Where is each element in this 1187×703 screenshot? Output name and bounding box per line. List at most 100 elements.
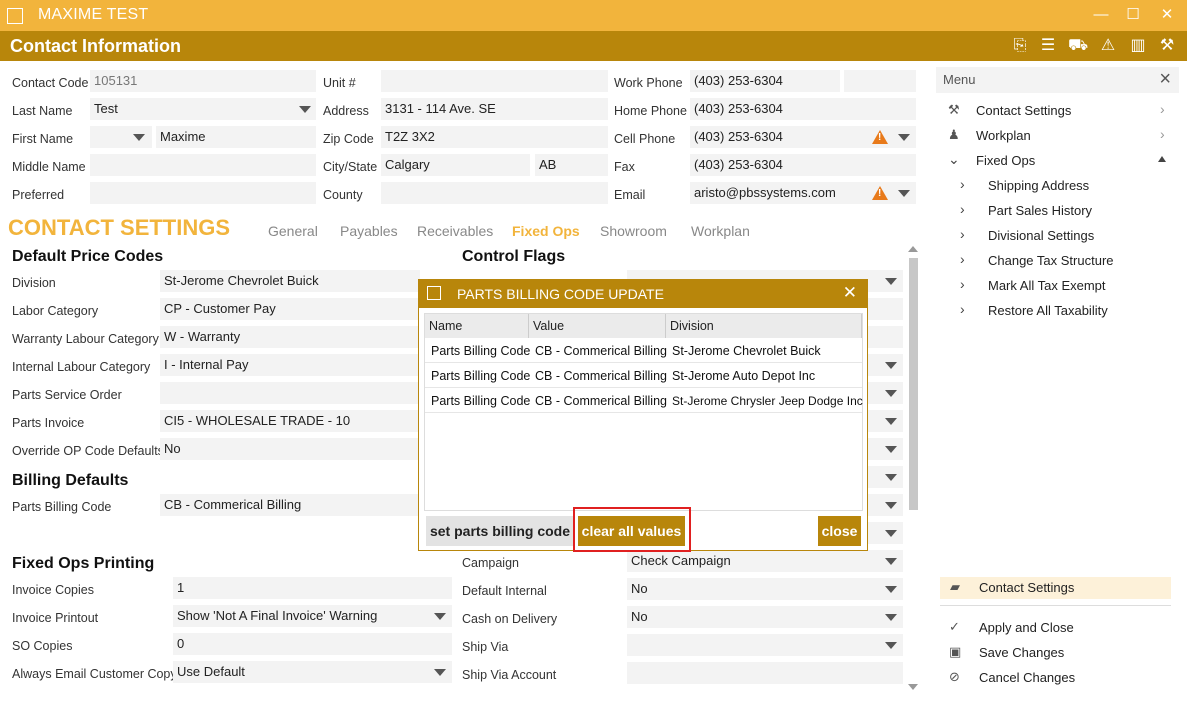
tab-receivables[interactable]: Receivables [417,223,493,239]
unit-label: Unit # [323,76,356,90]
warranty-field[interactable]: W - Warranty [160,326,420,348]
chevron-down-icon[interactable] [133,134,145,141]
chevron-down-icon[interactable] [434,613,446,620]
parts-billing-code-label: Parts Billing Code [12,500,112,514]
scroll-up-icon[interactable] [908,246,918,252]
tab-fixed-ops[interactable]: Fixed Ops [512,223,580,239]
list-icon[interactable]: ☰ [1038,36,1058,56]
unit-field[interactable] [381,70,608,92]
apply-and-close-button[interactable]: Apply and Close [979,620,1074,635]
work-phone-label: Work Phone [614,76,683,90]
ship-via-label: Ship Via [462,640,509,654]
preferred-field[interactable] [90,182,316,204]
contact-code-field: 105131 [90,70,316,92]
county-field[interactable] [381,182,608,204]
collapse-icon[interactable] [1158,156,1166,162]
ship-via-account-field[interactable] [627,662,903,684]
chevron-down-icon[interactable] [885,446,897,453]
chevron-down-icon[interactable] [885,502,897,509]
chevron-down-icon[interactable] [885,642,897,649]
tab-workplan[interactable]: Workplan [691,223,750,239]
default-internal-field[interactable]: No [627,578,903,600]
chevron-down-icon[interactable] [299,106,311,113]
city-field[interactable]: Calgary [381,154,530,176]
state-field[interactable]: AB [535,154,608,176]
table-row[interactable]: Parts Billing Code CB - Commerical Billi… [425,388,863,413]
close-window-button[interactable]: ✕ [1154,5,1180,25]
chevron-down-icon[interactable] [885,530,897,537]
ship-via-field[interactable] [627,634,903,656]
parts-billing-code-field[interactable]: CB - Commerical Billing [160,494,420,516]
chevron-down-icon[interactable] [885,586,897,593]
tools-icon[interactable]: ⚒ [1157,36,1177,56]
middle-name-field[interactable] [90,154,316,176]
chevron-down-icon[interactable] [885,278,897,285]
campaign-field[interactable]: Check Campaign [627,550,903,572]
address-field[interactable]: 3131 - 114 Ave. SE [381,98,608,120]
chevron-down-icon[interactable] [885,614,897,621]
scroll-thumb[interactable] [909,258,918,510]
column-header-name[interactable]: Name [425,314,529,338]
menu-item-change-tax-structure[interactable]: Change Tax Structure [988,253,1114,268]
chevron-down-icon[interactable] [885,558,897,565]
menu-item-contact-settings[interactable]: Contact Settings [976,103,1071,118]
close-dialog-button[interactable]: close [818,516,861,546]
first-name-field[interactable]: Maxime [156,126,316,148]
fax-field[interactable]: (403) 253-6304 [690,154,916,176]
cell-value: CB - Commerical Billing [535,394,667,408]
save-changes-button[interactable]: Save Changes [979,645,1064,660]
override-field[interactable]: No [160,438,420,460]
active-section-label[interactable]: Contact Settings [979,580,1074,595]
menu-item-fixed-ops[interactable]: Fixed Ops [976,153,1035,168]
column-header-value[interactable]: Value [529,314,666,338]
car-icon[interactable]: ⛟ [1068,36,1088,56]
close-icon[interactable]: ✕ [843,283,857,303]
parts-invoice-field[interactable]: CI5 - WHOLESALE TRADE - 10 [160,410,420,432]
chevron-down-icon[interactable] [885,390,897,397]
labor-category-field[interactable]: CP - Customer Pay [160,298,420,320]
so-copies-field[interactable]: 0 [173,633,452,655]
chevron-down-icon[interactable] [898,190,910,197]
home-phone-field[interactable]: (403) 253-6304 [690,98,916,120]
menu-item-part-sales-history[interactable]: Part Sales History [988,203,1092,218]
chevron-down-icon[interactable] [885,418,897,425]
table-row[interactable]: Parts Billing Code CB - Commerical Billi… [425,363,862,388]
always-email-field[interactable]: Use Default [173,661,452,683]
document-icon[interactable]: ⎘ [1010,36,1030,56]
invoice-copies-field[interactable]: 1 [173,577,452,599]
chevron-down-icon[interactable] [898,134,910,141]
warning-icon[interactable]: ⚠ [1098,36,1118,56]
chevron-down-icon[interactable] [434,669,446,676]
close-icon[interactable]: × [1159,68,1171,91]
menu-item-restore-all-taxability[interactable]: Restore All Taxability [988,303,1108,318]
parts-service-order-field[interactable] [160,382,420,404]
cancel-changes-button[interactable]: Cancel Changes [979,670,1075,685]
chevron-down-icon[interactable] [885,474,897,481]
menu-item-divisional-settings[interactable]: Divisional Settings [988,228,1094,243]
internal-field[interactable]: I - Internal Pay [160,354,420,376]
cash-on-delivery-field[interactable]: No [627,606,903,628]
column-header-division[interactable]: Division [666,314,862,338]
override-label: Override OP Code Defaults [12,444,164,458]
tab-showroom[interactable]: Showroom [600,223,667,239]
menu-item-mark-all-tax-exempt[interactable]: Mark All Tax Exempt [988,278,1106,293]
chevron-down-icon[interactable]: ⌄ [948,151,960,168]
scroll-down-icon[interactable] [908,684,918,690]
set-parts-billing-code-button[interactable]: set parts billing code [426,516,574,546]
maximize-button[interactable]: ☐ [1120,5,1146,25]
menu-item-workplan[interactable]: Workplan [976,128,1031,143]
chevron-right-icon: › [1160,101,1165,117]
chevron-down-icon[interactable] [885,362,897,369]
work-ext-field[interactable] [844,70,916,92]
work-phone-field[interactable]: (403) 253-6304 [690,70,840,92]
division-field[interactable]: St-Jerome Chevrolet Buick [160,270,420,292]
tab-payables[interactable]: Payables [340,223,398,239]
last-name-field[interactable]: Test [90,98,316,120]
invoice-printout-field[interactable]: Show 'Not A Final Invoice' Warning [173,605,452,627]
tab-general[interactable]: General [268,223,318,239]
minimize-button[interactable]: — [1088,5,1114,25]
zip-field[interactable]: T2Z 3X2 [381,126,608,148]
chart-icon[interactable]: ▥ [1128,36,1148,56]
table-row[interactable]: Parts Billing Code CB - Commerical Billi… [425,338,862,363]
menu-item-shipping-address[interactable]: Shipping Address [988,178,1089,193]
